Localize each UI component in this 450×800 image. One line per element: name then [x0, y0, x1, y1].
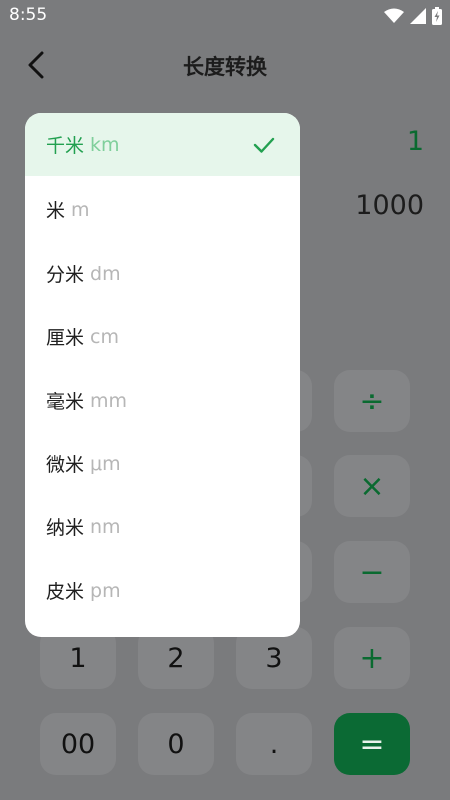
unit-name: 微米: [46, 454, 85, 476]
unit-name: 千米: [46, 135, 85, 157]
minus-key[interactable]: −: [334, 541, 410, 603]
unit-abbr: nm: [90, 515, 121, 538]
battery-icon: [432, 7, 442, 25]
divide-key[interactable]: ÷: [334, 370, 410, 432]
unit-abbr: pm: [90, 579, 121, 602]
unit-option-cm[interactable]: 厘米 cm: [25, 305, 300, 368]
unit-name: 纳米: [46, 517, 85, 539]
key-00[interactable]: 00: [40, 713, 116, 775]
multiply-key[interactable]: ×: [334, 455, 410, 517]
equals-key[interactable]: =: [334, 713, 410, 775]
unit-name: 毫米: [46, 391, 85, 413]
unit-option-dm[interactable]: 分米 dm: [25, 242, 300, 305]
key-dot[interactable]: .: [236, 713, 312, 775]
unit-option-um[interactable]: 微米 μm: [25, 432, 300, 495]
unit-name: 皮米: [46, 581, 85, 603]
primary-value[interactable]: 1: [407, 126, 424, 157]
unit-abbr: cm: [90, 325, 119, 348]
unit-abbr: dm: [90, 262, 121, 285]
unit-abbr: m: [71, 198, 90, 221]
unit-option-pm[interactable]: 皮米 pm: [25, 559, 300, 622]
key-0[interactable]: 0: [138, 713, 214, 775]
unit-option-km[interactable]: 千米 km: [25, 113, 300, 176]
header: 长度转换: [0, 32, 450, 98]
wifi-icon: [384, 8, 404, 23]
unit-option-m[interactable]: 米 m: [25, 178, 300, 241]
unit-name: 米: [46, 200, 66, 222]
plus-key[interactable]: +: [334, 627, 410, 689]
unit-abbr: km: [90, 133, 120, 156]
unit-name: 分米: [46, 264, 85, 286]
status-bar: 8:55: [0, 0, 450, 32]
status-time: 8:55: [9, 5, 48, 25]
unit-abbr: μm: [90, 452, 121, 475]
check-icon: [253, 137, 275, 153]
unit-option-mm[interactable]: 毫米 mm: [25, 369, 300, 432]
signal-icon: [410, 8, 426, 24]
status-icons: [384, 6, 442, 26]
secondary-value[interactable]: 1000: [355, 190, 424, 221]
unit-dropdown: 千米 km 米 m 分米 dm 厘米 cm 毫米 mm 微米 μm 纳米 nm …: [25, 113, 300, 637]
unit-abbr: mm: [90, 389, 128, 412]
unit-name: 厘米: [46, 327, 85, 349]
unit-option-nm[interactable]: 纳米 nm: [25, 495, 300, 558]
page-title: 长度转换: [183, 55, 267, 79]
